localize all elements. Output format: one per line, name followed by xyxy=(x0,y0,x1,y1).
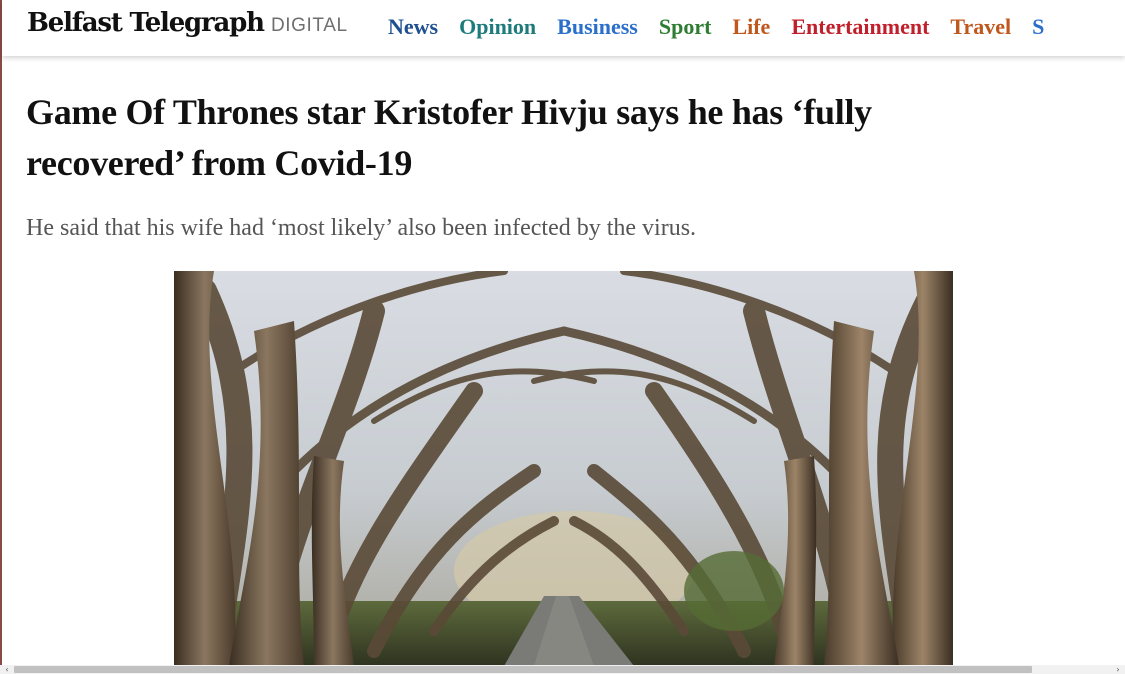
site-header: Belfast Telegraph DIGITAL News Opinion Bus… xyxy=(2,0,1125,56)
nav-item-business[interactable]: Business xyxy=(557,14,638,40)
window-edge xyxy=(0,0,2,674)
nav-item-entertainment[interactable]: Entertainment xyxy=(791,14,929,40)
nav-item-news[interactable]: News xyxy=(388,14,438,40)
nav-item-opinion[interactable]: Opinion xyxy=(459,14,536,40)
article-headline: Game Of Thrones star Kristofer Hivju say… xyxy=(26,92,872,183)
nav-item-truncated[interactable]: S xyxy=(1032,14,1044,40)
logo-digital-label: DIGITAL xyxy=(270,15,348,36)
site-logo[interactable]: Belfast Telegraph DIGITAL xyxy=(27,8,348,38)
main-nav: News Opinion Business Sport Life Entertainmen… xyxy=(388,14,1065,40)
article-hero-image xyxy=(174,271,953,666)
nav-item-life[interactable]: Life xyxy=(732,14,770,40)
scroll-right-icon[interactable]: › xyxy=(1112,665,1124,674)
article-standfirst: He said that his wife had ‘most likely’ … xyxy=(26,215,697,241)
scroll-left-icon[interactable]: ‹ xyxy=(1,665,13,674)
logo-wordmark: Belfast Telegraph xyxy=(27,8,265,38)
horizontal-scrollbar[interactable]: ‹ › xyxy=(0,665,1125,674)
scrollbar-thumb[interactable] xyxy=(14,666,1032,673)
nav-item-travel[interactable]: Travel xyxy=(950,14,1011,40)
nav-item-sport[interactable]: Sport xyxy=(659,14,712,40)
